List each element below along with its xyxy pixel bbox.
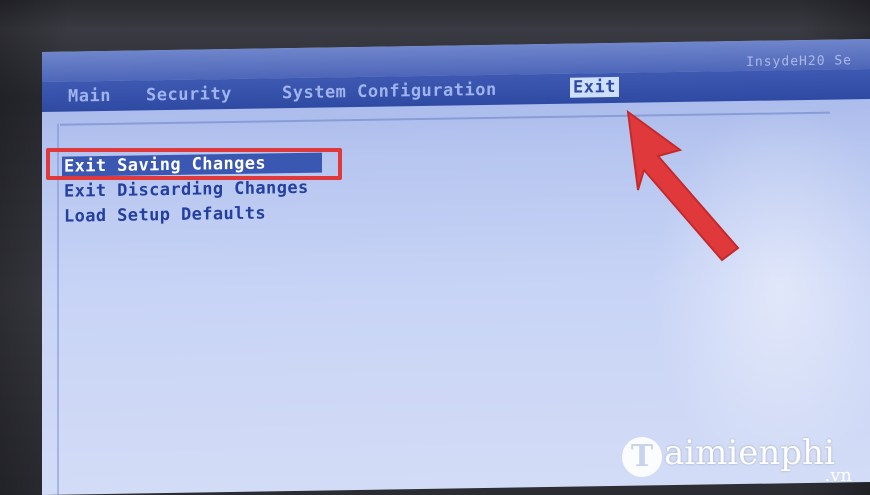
bios-vendor-label: InsydeH20 Se	[746, 53, 852, 70]
tab-exit[interactable]: Exit	[570, 76, 619, 98]
watermark-suffix: .vn	[824, 465, 852, 486]
tab-system-configuration[interactable]: System Configuration	[282, 80, 497, 103]
option-exit-discarding-changes[interactable]: Exit Discarding Changes	[64, 178, 309, 202]
annotation-arrow-icon	[626, 109, 740, 262]
watermark-logo-icon: T	[622, 437, 662, 477]
watermark-text: aimienphi	[664, 433, 835, 473]
tab-security[interactable]: Security	[146, 84, 232, 105]
annotation-highlight-box	[46, 148, 342, 180]
option-load-setup-defaults[interactable]: Load Setup Defaults	[64, 203, 266, 226]
tab-main[interactable]: Main	[68, 86, 111, 107]
watermark-logo: T aimienphi .vn	[616, 425, 856, 486]
